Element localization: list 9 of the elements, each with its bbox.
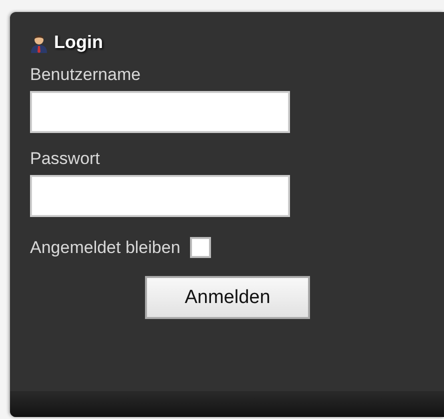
panel-title: Login xyxy=(54,32,103,53)
field-label: Benutzername xyxy=(30,65,141,85)
login-button[interactable]: Anmelden xyxy=(145,276,310,319)
user-icon xyxy=(30,32,48,52)
field-label: Passwort xyxy=(30,149,100,169)
remember-checkbox[interactable] xyxy=(190,237,212,258)
input-field[interactable] xyxy=(30,175,290,217)
input-field[interactable] xyxy=(30,91,290,133)
remember-label: Angemeldet bleiben xyxy=(30,238,180,258)
